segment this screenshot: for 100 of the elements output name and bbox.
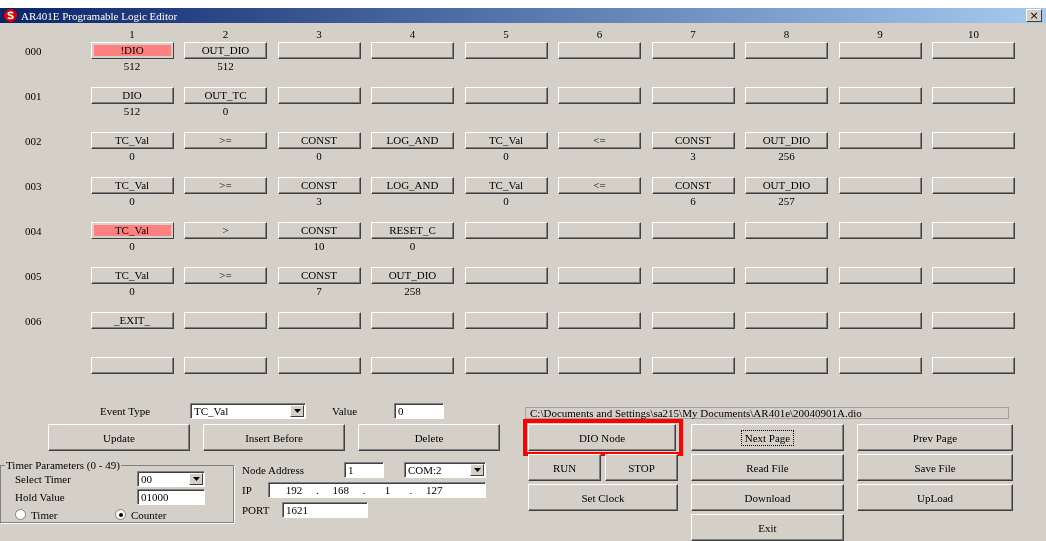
logic-cell-button[interactable] [558, 87, 641, 104]
logic-cell-button[interactable] [464, 42, 548, 59]
logic-cell-button[interactable]: <= [558, 132, 641, 149]
logic-cell-button[interactable]: TC_Val [464, 132, 548, 149]
logic-cell-button[interactable] [932, 357, 1015, 374]
logic-cell-button[interactable]: OUT_DIO [745, 177, 828, 194]
logic-cell-button[interactable] [838, 177, 922, 194]
logic-cell-button[interactable] [277, 87, 361, 104]
logic-cell-button[interactable]: OUT_DIO [184, 42, 267, 59]
mode-radio[interactable]: Timer [15, 508, 115, 521]
action-button[interactable]: Download [691, 484, 844, 511]
action-button[interactable]: Next Page [691, 424, 844, 451]
logic-cell-button[interactable]: > [184, 222, 267, 239]
event-type-dropdown[interactable]: TC_Val [190, 403, 306, 419]
logic-cell-button[interactable] [745, 222, 828, 239]
logic-cell-button[interactable] [464, 312, 548, 329]
logic-cell-button[interactable] [932, 222, 1015, 239]
logic-cell-button[interactable] [651, 357, 735, 374]
action-button[interactable]: STOP [605, 454, 678, 481]
logic-cell-button[interactable] [371, 312, 454, 329]
logic-cell-button[interactable] [745, 357, 828, 374]
ip-address-input[interactable]: 192 . 168 . 1 . 127 [268, 482, 486, 498]
logic-cell-button[interactable] [932, 87, 1015, 104]
logic-cell-button[interactable]: CONST [277, 222, 361, 239]
logic-cell-button[interactable] [651, 87, 735, 104]
logic-cell-button[interactable] [932, 177, 1015, 194]
logic-cell-button[interactable] [838, 357, 922, 374]
logic-cell-button[interactable] [838, 132, 922, 149]
logic-cell-button[interactable] [277, 312, 361, 329]
logic-cell-button[interactable]: CONST [277, 132, 361, 149]
logic-cell-button[interactable]: CONST [277, 267, 361, 284]
editor-button[interactable]: Insert Before [203, 424, 345, 451]
timer-dropdown[interactable]: 00 [137, 471, 205, 487]
logic-cell-button[interactable] [277, 357, 361, 374]
logic-cell-button[interactable] [558, 222, 641, 239]
logic-cell-button[interactable]: TC_Val [464, 177, 548, 194]
close-button[interactable]: × [1026, 9, 1042, 22]
logic-cell-button[interactable]: CONST [651, 177, 735, 194]
logic-cell-button[interactable] [464, 267, 548, 284]
logic-cell-button[interactable]: RESET_C [371, 222, 454, 239]
logic-cell-button[interactable] [745, 87, 828, 104]
logic-cell-button[interactable]: LOG_AND [371, 177, 454, 194]
logic-cell-button[interactable] [651, 42, 735, 59]
action-button[interactable]: Save File [857, 454, 1013, 481]
logic-cell-button[interactable] [464, 87, 548, 104]
mode-radio[interactable]: Counter [115, 508, 205, 521]
logic-cell-button[interactable]: >= [184, 267, 267, 284]
logic-cell-button[interactable] [838, 222, 922, 239]
logic-cell-button[interactable] [651, 267, 735, 284]
logic-cell-button[interactable]: >= [184, 132, 267, 149]
port-input[interactable]: 1621 [282, 502, 368, 518]
logic-cell-button[interactable] [932, 42, 1015, 59]
logic-cell-button[interactable] [745, 42, 828, 59]
logic-cell-button[interactable] [745, 267, 828, 284]
logic-cell-button[interactable]: TC_Val [90, 222, 174, 239]
logic-cell-button[interactable] [184, 357, 267, 374]
logic-cell-button[interactable] [745, 312, 828, 329]
logic-cell-button[interactable] [464, 357, 548, 374]
logic-cell-button[interactable] [558, 267, 641, 284]
logic-cell-button[interactable] [838, 87, 922, 104]
logic-cell-button[interactable]: TC_Val [90, 132, 174, 149]
logic-cell-button[interactable] [838, 267, 922, 284]
action-button[interactable]: UpLoad [857, 484, 1013, 511]
node-address-input[interactable]: 1 [344, 462, 384, 478]
logic-cell-button[interactable] [838, 42, 922, 59]
logic-cell-button[interactable]: TC_Val [90, 177, 174, 194]
logic-cell-button[interactable] [558, 357, 641, 374]
logic-cell-button[interactable]: OUT_TC [184, 87, 267, 104]
logic-cell-button[interactable] [932, 312, 1015, 329]
action-button[interactable]: RUN [528, 454, 601, 481]
logic-cell-button[interactable]: TC_Val [90, 267, 174, 284]
logic-cell-button[interactable] [277, 42, 361, 59]
logic-cell-button[interactable] [838, 312, 922, 329]
logic-cell-button[interactable]: >= [184, 177, 267, 194]
logic-cell-button[interactable]: !DIO [90, 42, 174, 59]
logic-cell-button[interactable] [651, 312, 735, 329]
logic-cell-button[interactable] [558, 312, 641, 329]
editor-button[interactable]: Update [48, 424, 190, 451]
logic-cell-button[interactable]: OUT_DIO [371, 267, 454, 284]
logic-cell-button[interactable]: CONST [277, 177, 361, 194]
logic-cell-button[interactable] [184, 312, 267, 329]
logic-cell-button[interactable] [932, 267, 1015, 284]
logic-cell-button[interactable] [371, 87, 454, 104]
logic-cell-button[interactable] [464, 222, 548, 239]
value-input[interactable]: 0 [394, 403, 444, 419]
hold-value-input[interactable]: 01000 [137, 489, 205, 505]
action-button[interactable]: DIO Node [528, 424, 676, 451]
logic-cell-button[interactable] [651, 222, 735, 239]
logic-cell-button[interactable]: <= [558, 177, 641, 194]
logic-cell-button[interactable]: DIO [90, 87, 174, 104]
action-button[interactable]: Prev Page [857, 424, 1013, 451]
logic-cell-button[interactable]: CONST [651, 132, 735, 149]
logic-cell-button[interactable] [90, 357, 174, 374]
logic-cell-button[interactable] [932, 132, 1015, 149]
logic-cell-button[interactable]: OUT_DIO [745, 132, 828, 149]
logic-cell-button[interactable]: LOG_AND [371, 132, 454, 149]
action-button[interactable]: Set Clock [528, 484, 678, 511]
logic-cell-button[interactable] [558, 42, 641, 59]
logic-cell-button[interactable] [371, 42, 454, 59]
action-button[interactable]: Exit [691, 514, 844, 541]
